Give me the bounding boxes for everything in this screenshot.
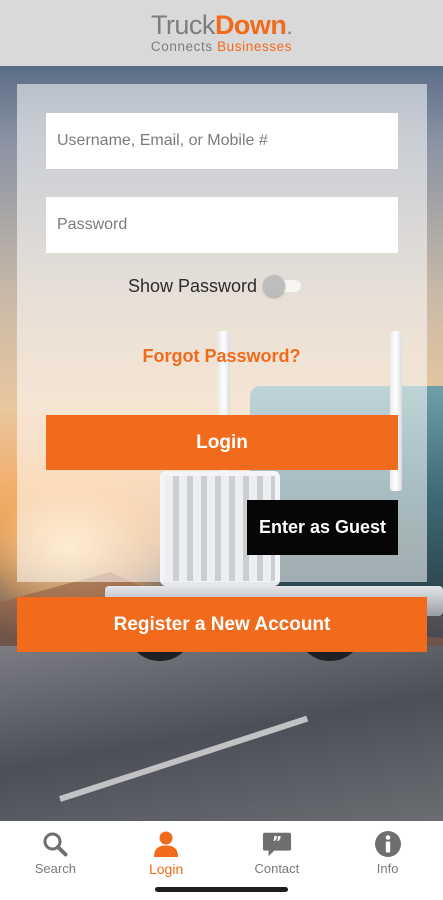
search-icon bbox=[40, 830, 70, 858]
nav-label-info: Info bbox=[376, 861, 399, 876]
nav-label-login: Login bbox=[148, 861, 184, 877]
toggle-thumb bbox=[263, 275, 286, 297]
show-password-row: Show Password bbox=[128, 275, 302, 297]
nav-label-contact: Contact bbox=[254, 861, 300, 876]
username-input[interactable] bbox=[46, 113, 398, 169]
logo-connects-text: Connects bbox=[150, 39, 213, 55]
show-password-toggle[interactable] bbox=[263, 275, 302, 297]
info-icon bbox=[373, 830, 403, 858]
nav-label-search: Search bbox=[34, 861, 76, 876]
nav-item-login[interactable]: Login bbox=[111, 821, 222, 883]
home-indicator[interactable] bbox=[155, 887, 288, 892]
svg-text:”: ” bbox=[272, 833, 282, 851]
login-button[interactable]: Login bbox=[46, 415, 398, 470]
password-input[interactable] bbox=[46, 197, 398, 253]
enter-as-guest-button[interactable]: Enter as Guest bbox=[247, 500, 398, 555]
logo-dot: . bbox=[286, 14, 293, 40]
chat-bubble-icon: ” bbox=[262, 830, 292, 858]
app-header: TruckDown. Connects Businesses bbox=[0, 0, 443, 66]
nav-item-contact[interactable]: ” Contact bbox=[222, 821, 333, 883]
bottom-nav: Search Login ” Contact Info bbox=[0, 821, 443, 883]
truckdown-logo: TruckDown. Connects Businesses bbox=[150, 10, 293, 55]
show-password-label: Show Password bbox=[128, 275, 258, 296]
nav-item-info[interactable]: Info bbox=[332, 821, 443, 883]
logo-truck-text: Truck bbox=[150, 10, 216, 41]
register-account-button[interactable]: Register a New Account bbox=[17, 597, 427, 652]
nav-item-search[interactable]: Search bbox=[0, 821, 111, 883]
forgot-password-link[interactable]: Forgot Password? bbox=[0, 346, 443, 367]
logo-businesses-text: Businesses bbox=[217, 39, 293, 55]
person-icon bbox=[151, 830, 181, 858]
logo-down-text: Down bbox=[214, 10, 287, 41]
